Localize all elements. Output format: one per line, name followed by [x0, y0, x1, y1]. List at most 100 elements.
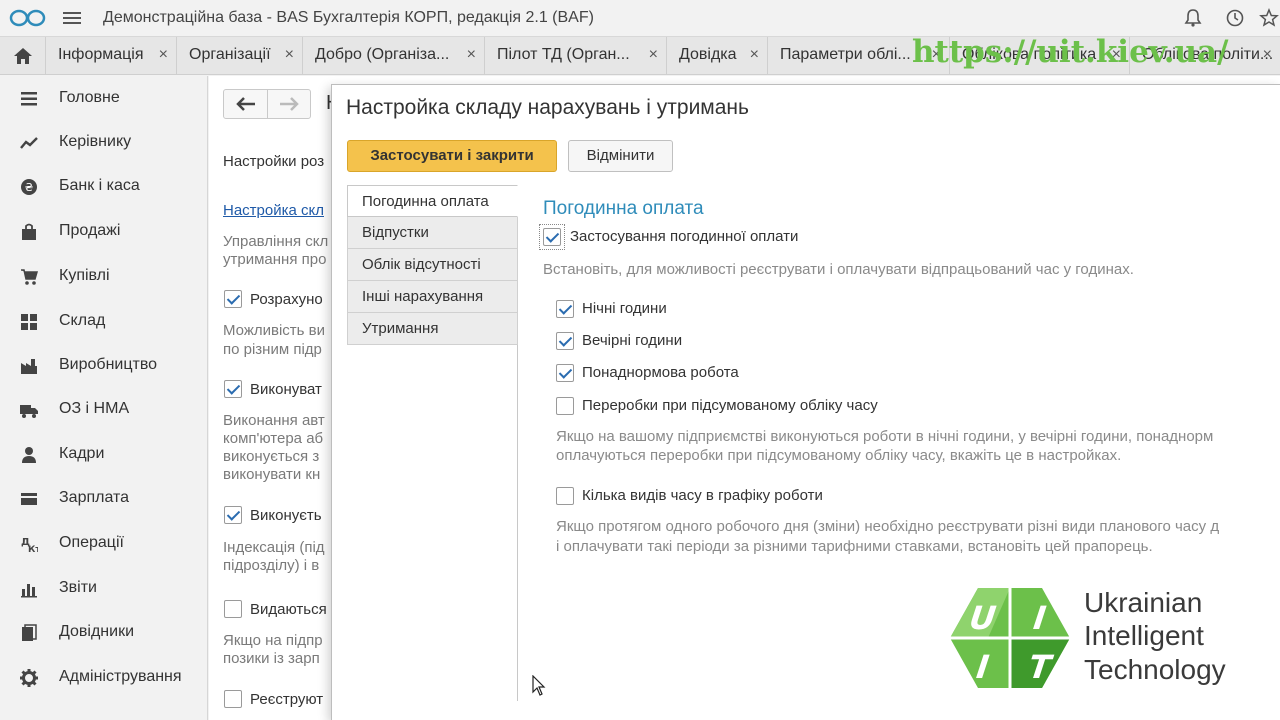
- close-icon[interactable]: ×: [285, 46, 294, 64]
- app-title: Демонстраційна база - BAS Бухгалтерія КО…: [103, 9, 594, 26]
- tab-label: Добро (Організа...: [315, 46, 450, 63]
- tab-reference[interactable]: Довідка ×: [667, 37, 768, 75]
- sidebar-item-main[interactable]: Головне: [0, 84, 208, 114]
- sidebar-item-reports[interactable]: Звіти: [0, 574, 208, 604]
- multi-time-label: Кілька видів часу в графіку роботи: [582, 487, 823, 504]
- star-icon[interactable]: [1259, 8, 1279, 28]
- coin-icon: ₴: [21, 179, 37, 195]
- svg-text:Кт: Кт: [28, 545, 38, 553]
- evening-hours-label: Вечірні години: [582, 332, 683, 349]
- description-text: Виконання авт: [223, 412, 325, 429]
- operations-icon: ДКт: [21, 537, 38, 553]
- tab-dobro[interactable]: Добро (Організа... ×: [303, 37, 485, 75]
- books-icon: [22, 624, 37, 641]
- sidebar-item-label: Продажі: [59, 222, 121, 239]
- close-icon[interactable]: ×: [750, 46, 759, 64]
- hourly-pay-checkbox[interactable]: [543, 228, 561, 246]
- registered-checkbox[interactable]: [224, 690, 242, 708]
- execute-checkbox[interactable]: [224, 380, 242, 398]
- checkbox-label: Реєструют: [250, 691, 324, 708]
- sidebar-item-label: Адміністрування: [59, 668, 182, 685]
- evening-hours-checkbox[interactable]: [556, 332, 574, 350]
- sidebar-item-label: ОЗ і НМА: [59, 400, 130, 417]
- close-icon[interactable]: ×: [467, 46, 476, 64]
- sidebar-item-salary[interactable]: Зарплата: [0, 484, 208, 514]
- divider: [267, 90, 268, 118]
- factory-icon: [21, 359, 37, 374]
- checkbox-label: Виконуват: [250, 381, 322, 398]
- company-name-line3: Technology: [1084, 654, 1226, 685]
- calculation-checkbox[interactable]: [224, 290, 242, 308]
- rework-checkbox[interactable]: [556, 397, 574, 415]
- executed-checkbox[interactable]: [224, 506, 242, 524]
- settings-link[interactable]: Настройка скл: [223, 202, 331, 219]
- forward-arrow-icon[interactable]: [279, 97, 299, 111]
- sidebar-item-sales[interactable]: Продажі: [0, 217, 208, 247]
- sidebar-item-operations[interactable]: Д Кт Операції: [0, 529, 208, 559]
- close-icon[interactable]: ×: [159, 46, 168, 64]
- sidebar-item-hr[interactable]: Кадри: [0, 440, 208, 470]
- tab-pilot[interactable]: Пілот ТД (Орган... ×: [485, 37, 667, 75]
- description-text: підрозділу) і в: [223, 557, 320, 574]
- 1c-logo-icon[interactable]: [9, 8, 47, 28]
- overtime-label: Понаднормова робота: [582, 364, 739, 381]
- sidebar-item-label: Купівлі: [59, 267, 110, 284]
- cancel-button[interactable]: Відмінити: [568, 140, 673, 172]
- tab-organizations[interactable]: Організації ×: [177, 37, 303, 75]
- sidebar-item-warehouse[interactable]: Склад: [0, 307, 208, 337]
- overtime-checkbox[interactable]: [556, 364, 574, 382]
- dialog-title: Настройка складу нарахувань і утримань: [346, 96, 749, 119]
- sidebar-item-purchases[interactable]: Купівлі: [0, 262, 208, 292]
- svg-text:₴: ₴: [25, 181, 34, 194]
- sidebar-item-directories[interactable]: Довідники: [0, 618, 208, 648]
- description-text: комп'ютера аб: [223, 430, 324, 447]
- back-arrow-icon[interactable]: [236, 97, 256, 111]
- hourly-pay-description: Встановіть, для можливості реєструвати і…: [543, 261, 1134, 278]
- sidebar-item-label: Кадри: [59, 445, 105, 462]
- sidebar-item-administration[interactable]: Адміністрування: [0, 663, 208, 693]
- tab-label: Організації: [189, 46, 271, 63]
- history-icon[interactable]: [1225, 8, 1245, 28]
- tab-deductions[interactable]: Утримання: [347, 313, 518, 345]
- company-name-line1: Ukrainian: [1084, 587, 1203, 618]
- issued-checkbox[interactable]: [224, 600, 242, 618]
- sidebar-item-bank[interactable]: ₴ Банк і каса: [0, 172, 208, 202]
- hint-text: Якщо на вашому підприємстві виконуються …: [556, 428, 1214, 445]
- tab-information[interactable]: Інформація ×: [46, 37, 177, 75]
- sidebar-item-label: Виробництво: [59, 356, 158, 373]
- tab-absence[interactable]: Облік відсутності: [347, 249, 518, 281]
- sidebar-item-manager[interactable]: Керівнику: [0, 128, 208, 158]
- close-icon[interactable]: ×: [649, 46, 658, 64]
- tab-other-accruals[interactable]: Інші нарахування: [347, 281, 518, 313]
- sidebar-item-fixed-assets[interactable]: ОЗ і НМА: [0, 395, 208, 425]
- sidebar-item-label: Зарплата: [59, 489, 130, 506]
- multi-time-checkbox[interactable]: [556, 487, 574, 505]
- gear-icon: [20, 669, 38, 687]
- tab-label: Пілот ТД (Орган...: [497, 46, 630, 63]
- panel-title: Погодинна оплата: [543, 198, 704, 219]
- description-text: Можливість ви: [223, 322, 326, 339]
- description-text: Індексація (під: [223, 539, 325, 556]
- sidebar: Головне Керівнику ₴ Банк і каса Продажі …: [0, 76, 208, 720]
- description-text: Якщо на підпр: [223, 632, 323, 649]
- apply-and-close-button[interactable]: Застосувати і закрити: [347, 140, 557, 172]
- sidebar-item-label: Банк і каса: [59, 177, 140, 194]
- close-icon[interactable]: ×: [1263, 46, 1272, 64]
- night-hours-label: Нічні години: [582, 300, 667, 317]
- company-name-line2: Intelligent: [1084, 620, 1204, 651]
- bell-icon[interactable]: [1183, 8, 1203, 28]
- home-tab[interactable]: [0, 37, 46, 75]
- tab-vacations[interactable]: Відпустки: [347, 217, 518, 249]
- hamburger-menu-icon[interactable]: [63, 9, 81, 27]
- hint-text: і оплачувати такі періоди за різними тар…: [556, 538, 1153, 555]
- sidebar-item-label: Операції: [59, 534, 124, 551]
- night-hours-checkbox[interactable]: [556, 300, 574, 318]
- sidebar-item-production[interactable]: Виробництво: [0, 351, 208, 381]
- hint-text: оплачуються переробки при підсумованому …: [556, 447, 1122, 464]
- tab-hourly-pay[interactable]: Погодинна оплата: [347, 185, 518, 217]
- list-icon: [21, 92, 37, 106]
- truck-icon: [20, 405, 38, 418]
- warehouse-icon: [21, 314, 37, 330]
- bar-chart-icon: [21, 584, 37, 598]
- description-text: утримання про: [223, 251, 327, 268]
